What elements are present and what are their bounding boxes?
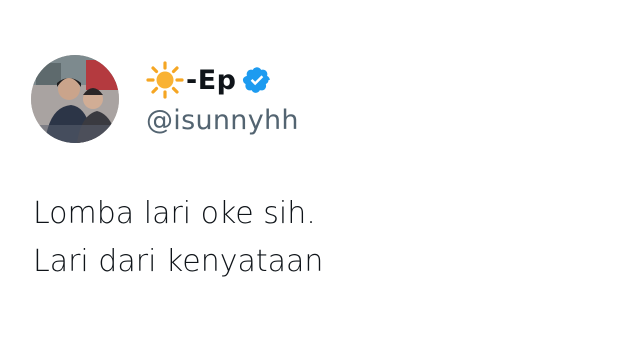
tweet-text: Lomba lari oke sih. Lari dari kenyataan <box>33 190 323 286</box>
sun-icon <box>146 61 184 99</box>
tweet-text-line: Lari dari kenyataan <box>33 244 324 279</box>
verified-badge-icon <box>242 65 272 95</box>
display-name[interactable]: -Ep <box>186 65 236 96</box>
author-handle[interactable]: @isunnyhh <box>146 105 299 136</box>
avatar[interactable] <box>31 55 119 143</box>
tweet-text-line: Lomba lari oke sih. <box>33 196 316 231</box>
author-name-row[interactable]: -Ep <box>146 60 272 100</box>
tweet-card: -Ep @isunnyhh Lomba lari oke sih. Lari d… <box>0 0 640 360</box>
